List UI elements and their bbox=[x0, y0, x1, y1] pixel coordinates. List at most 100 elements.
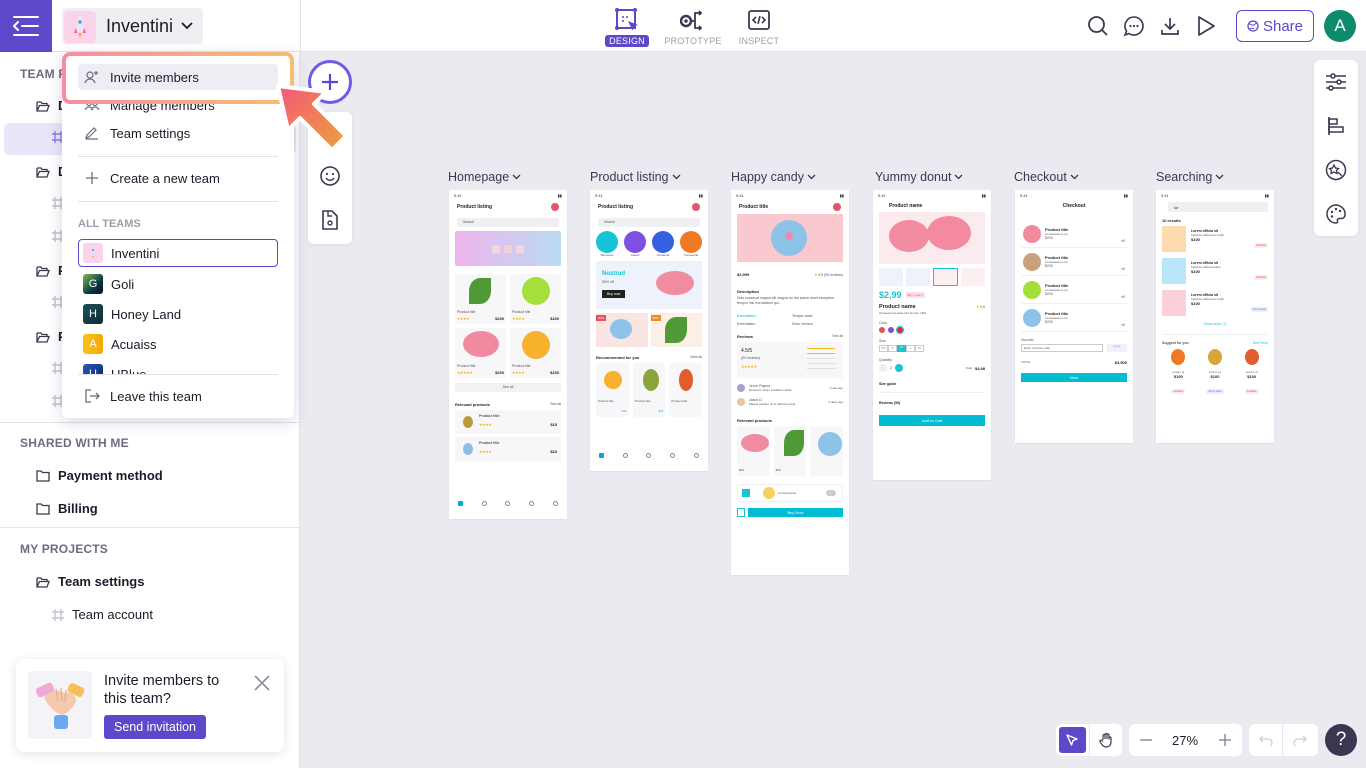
add-button[interactable] bbox=[308, 60, 352, 104]
history-controls bbox=[1249, 724, 1318, 756]
download-button[interactable] bbox=[1152, 8, 1188, 44]
frame-label-product-listing[interactable]: Product listing bbox=[590, 170, 681, 184]
checkout-item[interactable]: Product title Consequat ex eu $200 x5 bbox=[1021, 248, 1127, 276]
hand-tool-button[interactable] bbox=[1090, 724, 1122, 756]
undo-button[interactable] bbox=[1249, 724, 1282, 756]
checkout-item[interactable]: Product title Consequat ex eu $200 x5 bbox=[1021, 276, 1127, 304]
checkout-item[interactable]: Product title Consequat ex eu $200 x5 bbox=[1021, 304, 1127, 332]
inspect-icon bbox=[748, 10, 770, 30]
frame-label-yummy-donut[interactable]: Yummy donut bbox=[875, 170, 963, 184]
team-logo: A bbox=[83, 334, 103, 354]
shared-billing[interactable]: Billing bbox=[36, 501, 98, 516]
adjustments-button[interactable] bbox=[1324, 70, 1348, 94]
frame-homepage[interactable]: 9:41 ▮▮ Product listing Search Product ti… bbox=[449, 190, 567, 519]
frame-checkout[interactable]: 9:41 ▮▮ Checkout Product title Consequat … bbox=[1015, 190, 1133, 443]
item-price: $200 bbox=[1045, 292, 1053, 296]
logout-icon bbox=[85, 389, 100, 403]
select-tool-button[interactable] bbox=[1059, 727, 1086, 753]
search-result[interactable]: Lorem officia sit Laborum aliqua do moll… bbox=[1162, 226, 1268, 252]
frame-happy-candy[interactable]: 9:41 ▮▮ Product title $2,999 ★ 4.5 (99 rev… bbox=[731, 190, 849, 575]
result-thumbnail bbox=[1162, 226, 1186, 252]
frame-label-searching[interactable]: Searching bbox=[1156, 170, 1224, 184]
product-thumbnail bbox=[1023, 280, 1041, 299]
my-project-team-settings[interactable]: Team settings bbox=[36, 574, 144, 589]
search-button[interactable] bbox=[1080, 8, 1116, 44]
shared-payment-method[interactable]: Payment method bbox=[36, 468, 163, 483]
save-file-button[interactable] bbox=[318, 208, 342, 232]
close-invite-card-button[interactable] bbox=[254, 675, 270, 696]
hand-icon bbox=[1099, 732, 1112, 748]
menu-manage-members[interactable]: Manage members bbox=[78, 92, 278, 118]
search-result[interactable]: Lorem officia sit Laborum aliqua dolore … bbox=[1162, 258, 1268, 284]
preview-button[interactable] bbox=[1188, 8, 1224, 44]
suggest-item[interactable]: Lorem ex $100 Out of stock bbox=[1200, 349, 1230, 397]
item-qty: x5 bbox=[1121, 239, 1125, 243]
user-avatar[interactable]: A bbox=[1324, 10, 1356, 42]
help-button[interactable]: ? bbox=[1325, 724, 1357, 756]
team-item-honey-land[interactable]: H Honey Land bbox=[78, 299, 278, 329]
team-item-acuaiss[interactable]: A Acuaiss bbox=[78, 329, 278, 359]
tab-prototype-label: PROTOTYPE bbox=[664, 36, 722, 46]
frame-yummy-donut[interactable]: 9:41 ▮▮ Product name $2,99 Buy 1 get 1 Pro… bbox=[873, 190, 991, 480]
team-hands-illustration bbox=[28, 671, 92, 739]
comments-button[interactable] bbox=[1116, 8, 1152, 44]
suggest-price: $100 bbox=[1210, 374, 1220, 379]
frame-label-homepage[interactable]: Homepage bbox=[448, 170, 521, 184]
chevron-down-icon bbox=[1215, 174, 1224, 180]
team-projects-title: TEAM P bbox=[20, 67, 67, 81]
team-list[interactable]: Inventini G Goli H Honey Land A Acuaiss … bbox=[78, 239, 278, 374]
collapse-sidebar-button[interactable] bbox=[0, 0, 52, 52]
play-icon bbox=[1198, 16, 1215, 36]
right-toolbar bbox=[1314, 60, 1358, 236]
menu-collapse-icon bbox=[13, 16, 39, 36]
menu-invite-members[interactable]: Invite members bbox=[78, 64, 278, 90]
status-badge: Out of stock bbox=[1206, 389, 1224, 394]
suggest-item[interactable]: Lorem ut $100 Available bbox=[1163, 349, 1193, 397]
share-button[interactable]: Share bbox=[1235, 10, 1314, 42]
team-switcher[interactable]: Inventini bbox=[62, 8, 204, 44]
tab-inspect-label: INSPECT bbox=[738, 36, 780, 46]
team-item-goli[interactable]: G Goli bbox=[78, 269, 278, 299]
send-invitation-button[interactable]: Send invitation bbox=[104, 715, 207, 739]
menu-leave-team[interactable]: Leave this team bbox=[78, 383, 278, 409]
plugins-button[interactable] bbox=[1324, 158, 1348, 182]
result-thumbnail bbox=[1162, 290, 1186, 316]
redo-icon bbox=[1292, 735, 1307, 746]
menu-team-settings[interactable]: Team settings bbox=[78, 120, 278, 146]
frame-searching[interactable]: 9:41 ▮▮ lor 10 results Lorem officia sit … bbox=[1156, 190, 1274, 443]
frame-product-listing[interactable]: 9:41 ▮▮ Product listing Search Bepreiam L… bbox=[590, 190, 708, 471]
team-item-inventini[interactable]: Inventini bbox=[78, 239, 278, 267]
zoom-controls: 27% bbox=[1129, 724, 1242, 756]
undo-icon bbox=[1258, 735, 1273, 746]
my-project-team-account[interactable]: Team account bbox=[52, 607, 153, 622]
tab-prototype[interactable]: PROTOTYPE bbox=[660, 8, 726, 47]
emoji-button[interactable] bbox=[318, 164, 342, 188]
zoom-in-button[interactable] bbox=[1208, 724, 1241, 756]
theme-button[interactable] bbox=[1324, 202, 1348, 226]
redo-button[interactable] bbox=[1283, 724, 1316, 756]
checkout-item[interactable]: Product title Consequat ex eu $200 x5 bbox=[1021, 220, 1127, 248]
suggest-price: $100 bbox=[1247, 374, 1257, 379]
status-badge: Out of stock bbox=[1250, 307, 1268, 312]
folder-open-icon bbox=[36, 331, 50, 343]
users-icon bbox=[84, 99, 100, 111]
item-price: $200 bbox=[1045, 320, 1053, 324]
tab-inspect[interactable]: INSPECT bbox=[726, 8, 792, 47]
suggest-item[interactable]: Lorem ut $100 Available bbox=[1237, 349, 1267, 397]
tab-design[interactable]: DESIGN bbox=[594, 8, 660, 47]
plus-icon bbox=[86, 172, 98, 184]
my-projects-title: MY PROJECTS bbox=[20, 542, 108, 556]
folder-open-icon bbox=[36, 166, 50, 178]
frame-label-happy-candy[interactable]: Happy candy bbox=[731, 170, 816, 184]
team-menu-dropdown: Invite members Manage members Team setti… bbox=[62, 52, 294, 418]
frame-label-checkout[interactable]: Checkout bbox=[1014, 170, 1079, 184]
team-item-ublue[interactable]: U UBlue bbox=[78, 359, 278, 374]
zoom-level[interactable]: 27% bbox=[1162, 733, 1208, 748]
menu-create-team[interactable]: Create a new team bbox=[78, 165, 278, 191]
edit-icon bbox=[85, 127, 98, 140]
zoom-out-button[interactable] bbox=[1129, 724, 1162, 756]
suggest-thumbnail bbox=[1171, 349, 1186, 365]
layers-button[interactable] bbox=[1324, 114, 1348, 138]
status-badge: Available bbox=[1244, 389, 1259, 394]
search-result[interactable]: Lorem officia sit Laborum aliqua do moll… bbox=[1162, 290, 1268, 316]
